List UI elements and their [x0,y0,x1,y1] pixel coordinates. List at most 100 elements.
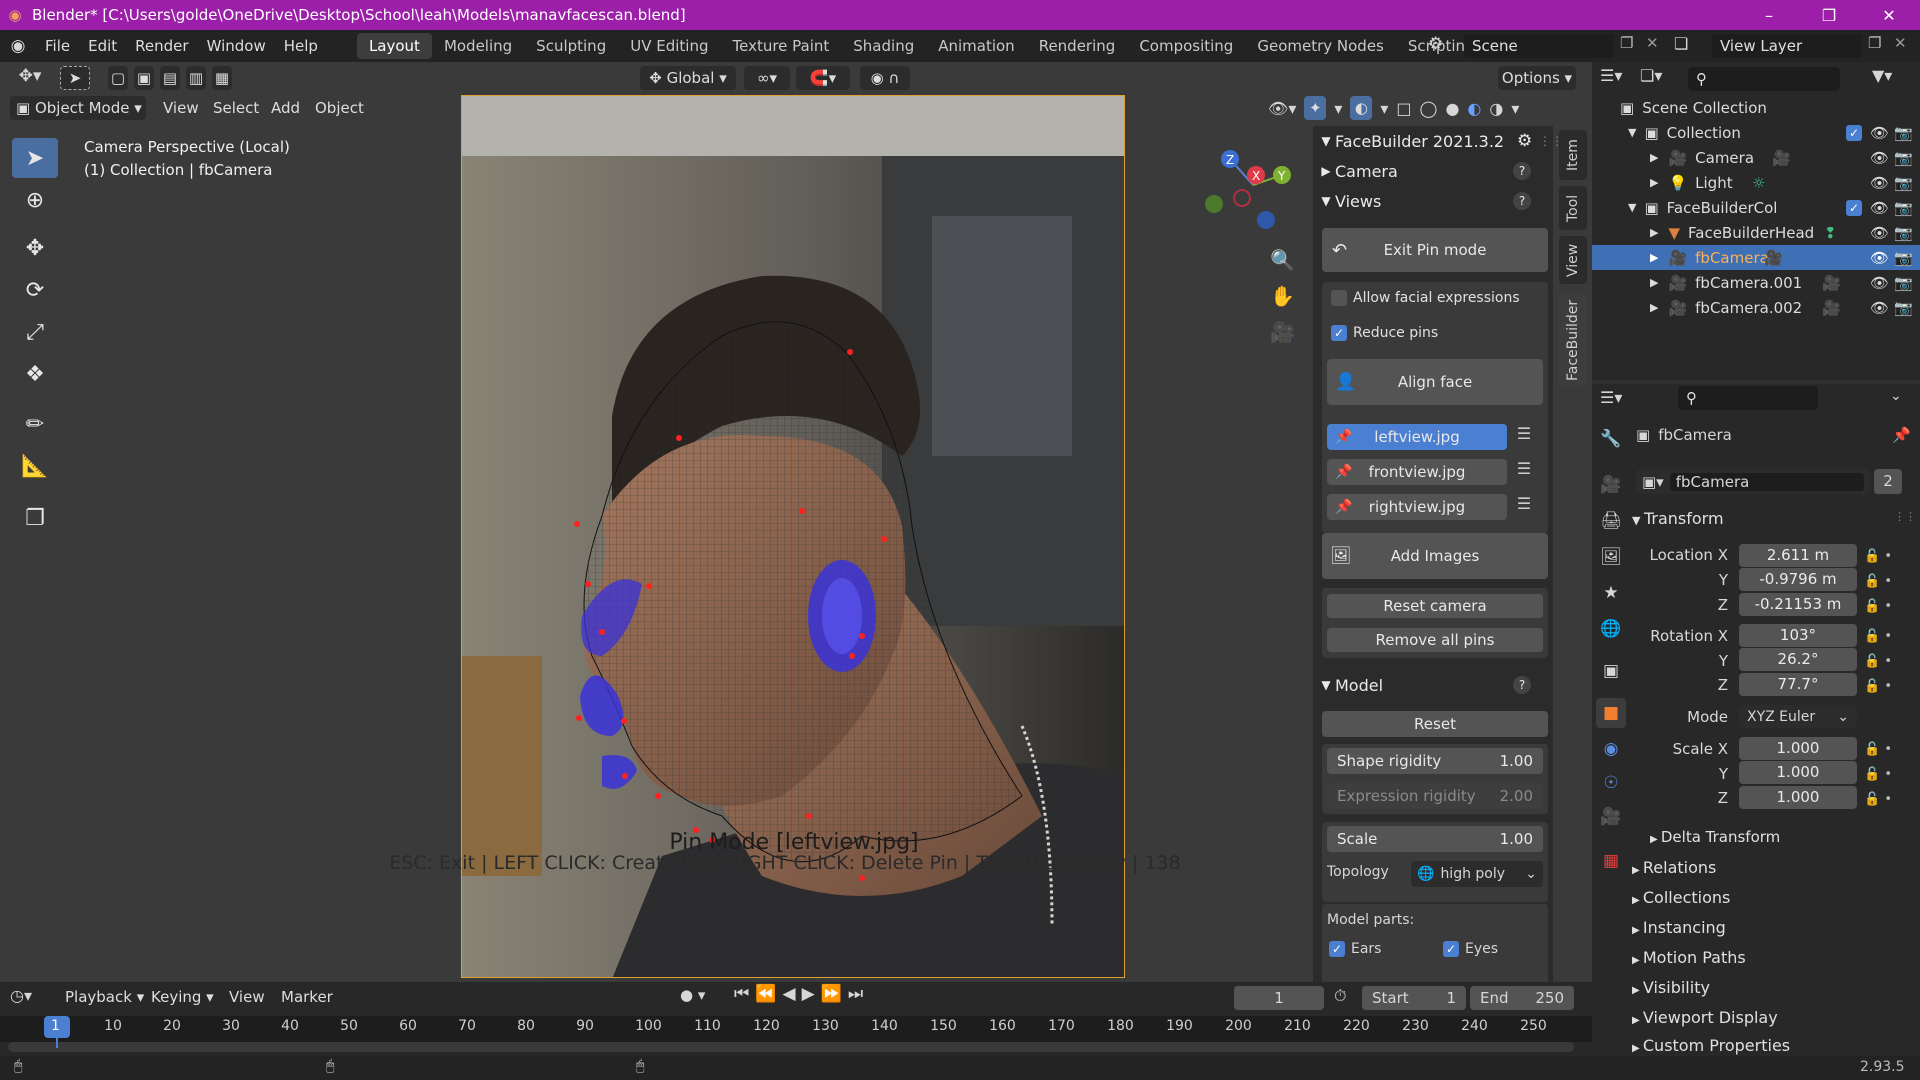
gizmo-toggle-icon[interactable]: ✦ [1304,96,1327,120]
ears-checkbox[interactable]: ✓ Ears [1329,941,1381,957]
delete-view-layer-icon[interactable]: ✕ [1894,34,1907,52]
camera-data-icon[interactable]: 🎥 [1822,299,1841,317]
camera-render-icon[interactable]: 📷 [1894,124,1913,142]
eye-icon[interactable]: 👁 [1870,174,1889,192]
user-count-field[interactable]: 2 [1874,469,1902,494]
minimize-button[interactable]: – [1746,0,1792,30]
location-y-field[interactable]: -0.9796 m [1739,568,1857,591]
outliner-row-facebuilderhead[interactable]: ▶ ▼ FaceBuilderHead ❢ 👁 📷 [1592,220,1920,245]
drag-handle-icon[interactable]: ⋮⋮ [1894,510,1916,523]
shape-rigidity-field[interactable]: Shape rigidity 1.00 [1327,748,1543,774]
select-new-icon[interactable]: ▢ [108,66,128,90]
play-reverse-icon[interactable]: ◀ [782,984,801,1004]
view-layer-icon[interactable]: ❏ [1674,34,1688,53]
exit-pin-mode-button[interactable]: ↶ Exit Pin mode [1322,228,1548,272]
jump-end-icon[interactable]: ⏭ [848,984,869,1004]
overlay-dropdown-icon[interactable]: ▾ [1380,99,1388,118]
camera-render-icon[interactable]: 📷 [1894,199,1913,217]
tab-layout[interactable]: Layout [356,33,432,59]
rotation-x-field[interactable]: 103° [1739,624,1857,647]
select-tool-icon[interactable]: ➤ [60,66,90,90]
menu-file[interactable]: File [36,37,79,55]
transform-orientation-dropdown[interactable]: ✥ Global ▾ [640,66,736,90]
sidebar-tab-item[interactable]: Item [1559,130,1587,180]
instancing-section[interactable]: ▶ Instancing [1632,918,1726,937]
topology-dropdown[interactable]: 🌐 high poly ⌄ [1411,861,1543,887]
world-properties-icon[interactable]: 🌐 [1596,614,1626,644]
render-properties-icon[interactable]: 🎥 [1596,470,1626,500]
menu-help[interactable]: Help [275,37,327,55]
pan-hand-icon[interactable]: ✋ [1270,284,1295,308]
allow-facial-expressions-checkbox[interactable]: Allow facial expressions [1331,290,1520,306]
views-help-icon[interactable]: ? [1513,192,1531,210]
shading-dropdown-icon[interactable]: ▾ [1511,99,1519,118]
timeline-scrollbar[interactable] [8,1042,1574,1052]
scene-properties-icon[interactable]: ★ [1596,578,1626,608]
camera-help-icon[interactable]: ? [1513,162,1531,180]
camera-render-icon[interactable]: 📷 [1894,224,1913,242]
pin-icon[interactable]: 📌 [1892,426,1911,444]
wireframe-shading-icon[interactable]: ◯ [1420,99,1438,118]
tab-modeling[interactable]: Modeling [432,33,524,59]
lock-icon[interactable]: 🔓 • [1864,594,1892,619]
view-menu-icon[interactable]: ☰ [1511,424,1537,450]
prev-keyframe-icon[interactable]: ⏪ [755,984,782,1004]
options-dropdown[interactable]: Options ▾ [1498,66,1576,90]
xray-icon[interactable]: □ [1396,99,1411,118]
sidebar-tab-tool[interactable]: Tool [1559,186,1587,230]
camera-render-icon[interactable]: 📷 [1894,299,1913,317]
viewport-display-section[interactable]: ▶ Viewport Display [1632,1008,1778,1027]
outliner-row-collection[interactable]: ▼ ▣ Collection ✓ 👁 📷 [1592,120,1920,145]
timeline-menu-playback[interactable]: Playback ▾ [56,988,153,1006]
annotate-tool-icon[interactable]: ✏ [12,404,58,444]
tab-shading[interactable]: Shading [841,33,926,59]
tab-compositing[interactable]: Compositing [1127,33,1245,59]
scale-y-field[interactable]: 1.000 [1739,761,1857,784]
eye-icon[interactable]: 👁 [1870,224,1889,242]
exclude-checkbox-icon[interactable]: ✓ [1846,124,1862,141]
texture-properties-icon[interactable]: ▦ [1596,846,1626,876]
eye-icon[interactable]: 👁 [1870,124,1889,142]
align-face-button[interactable]: 👤 Align face [1327,359,1543,405]
model-help-icon[interactable]: ? [1513,676,1531,694]
outliner-row-fbcamera[interactable]: ▶ 🎥 fbCamera 🎥 👁 📷 [1592,245,1920,270]
modifier-icon[interactable]: ❢ [1824,224,1837,242]
viewport-menu-select[interactable]: Select [204,99,268,117]
outliner-row-scene-collection[interactable]: ▣ Scene Collection [1592,95,1920,120]
scale-z-field[interactable]: 1.000 [1739,786,1857,809]
custom-properties-section[interactable]: ▶ Custom Properties [1632,1036,1790,1055]
menu-edit[interactable]: Edit [79,37,126,55]
measure-tool-icon[interactable]: 📐 [12,446,58,486]
reset-camera-button[interactable]: Reset camera [1327,594,1543,618]
editor-type-icon[interactable]: ✥▾ [8,66,52,90]
light-data-icon[interactable]: ☼ [1752,174,1765,192]
menu-render[interactable]: Render [126,37,197,55]
overlay-toggle-icon[interactable]: ◐ [1350,96,1373,120]
expression-rigidity-field[interactable]: Expression rigidity 2.00 [1327,783,1543,809]
camera-view-photo[interactable]: Pin Mode [leftview.jpg] [461,95,1125,978]
tab-animation[interactable]: Animation [926,33,1026,59]
add-images-button[interactable]: 🖼 Add Images [1322,533,1548,579]
outliner-row-fbcamera-001[interactable]: ▶ 🎥 fbCamera.001 🎥 👁 📷 [1592,270,1920,295]
properties-dropdown-icon[interactable]: ⌄ [1890,388,1902,404]
camera-render-icon[interactable]: 📷 [1894,249,1913,267]
scale-x-field[interactable]: 1.000 [1739,737,1857,760]
camera-data-icon[interactable]: 🎥 [1772,149,1791,167]
reduce-pins-checkbox[interactable]: ✓ Reduce pins [1331,325,1438,341]
properties-search-input[interactable]: ⚲ [1678,386,1818,410]
camera-render-icon[interactable]: 📷 [1894,149,1913,167]
solid-shading-icon[interactable]: ● [1445,99,1459,118]
blender-menu-icon[interactable]: ◉ [0,36,36,56]
timeline-menu-keying[interactable]: Keying ▾ [142,988,223,1006]
viewport-menu-add[interactable]: Add [262,99,309,117]
proportional-edit-icon[interactable]: ◉ ∩ [860,66,910,90]
scene-field[interactable]: Scene [1464,34,1614,58]
lock-icon[interactable]: 🔓 • [1864,787,1892,812]
camera-render-icon[interactable]: 📷 [1894,174,1913,192]
exclude-checkbox-icon[interactable]: ✓ [1846,199,1862,216]
outliner-row-fbcamera-002[interactable]: ▶ 🎥 fbCamera.002 🎥 👁 📷 [1592,295,1920,320]
select-intersect-icon[interactable]: ▦ [212,66,232,90]
select-subtract-icon[interactable]: ▤ [160,66,180,90]
navigation-gizmo[interactable]: Z X Y [1198,140,1308,240]
move-tool-icon[interactable]: ✥ [12,228,58,268]
